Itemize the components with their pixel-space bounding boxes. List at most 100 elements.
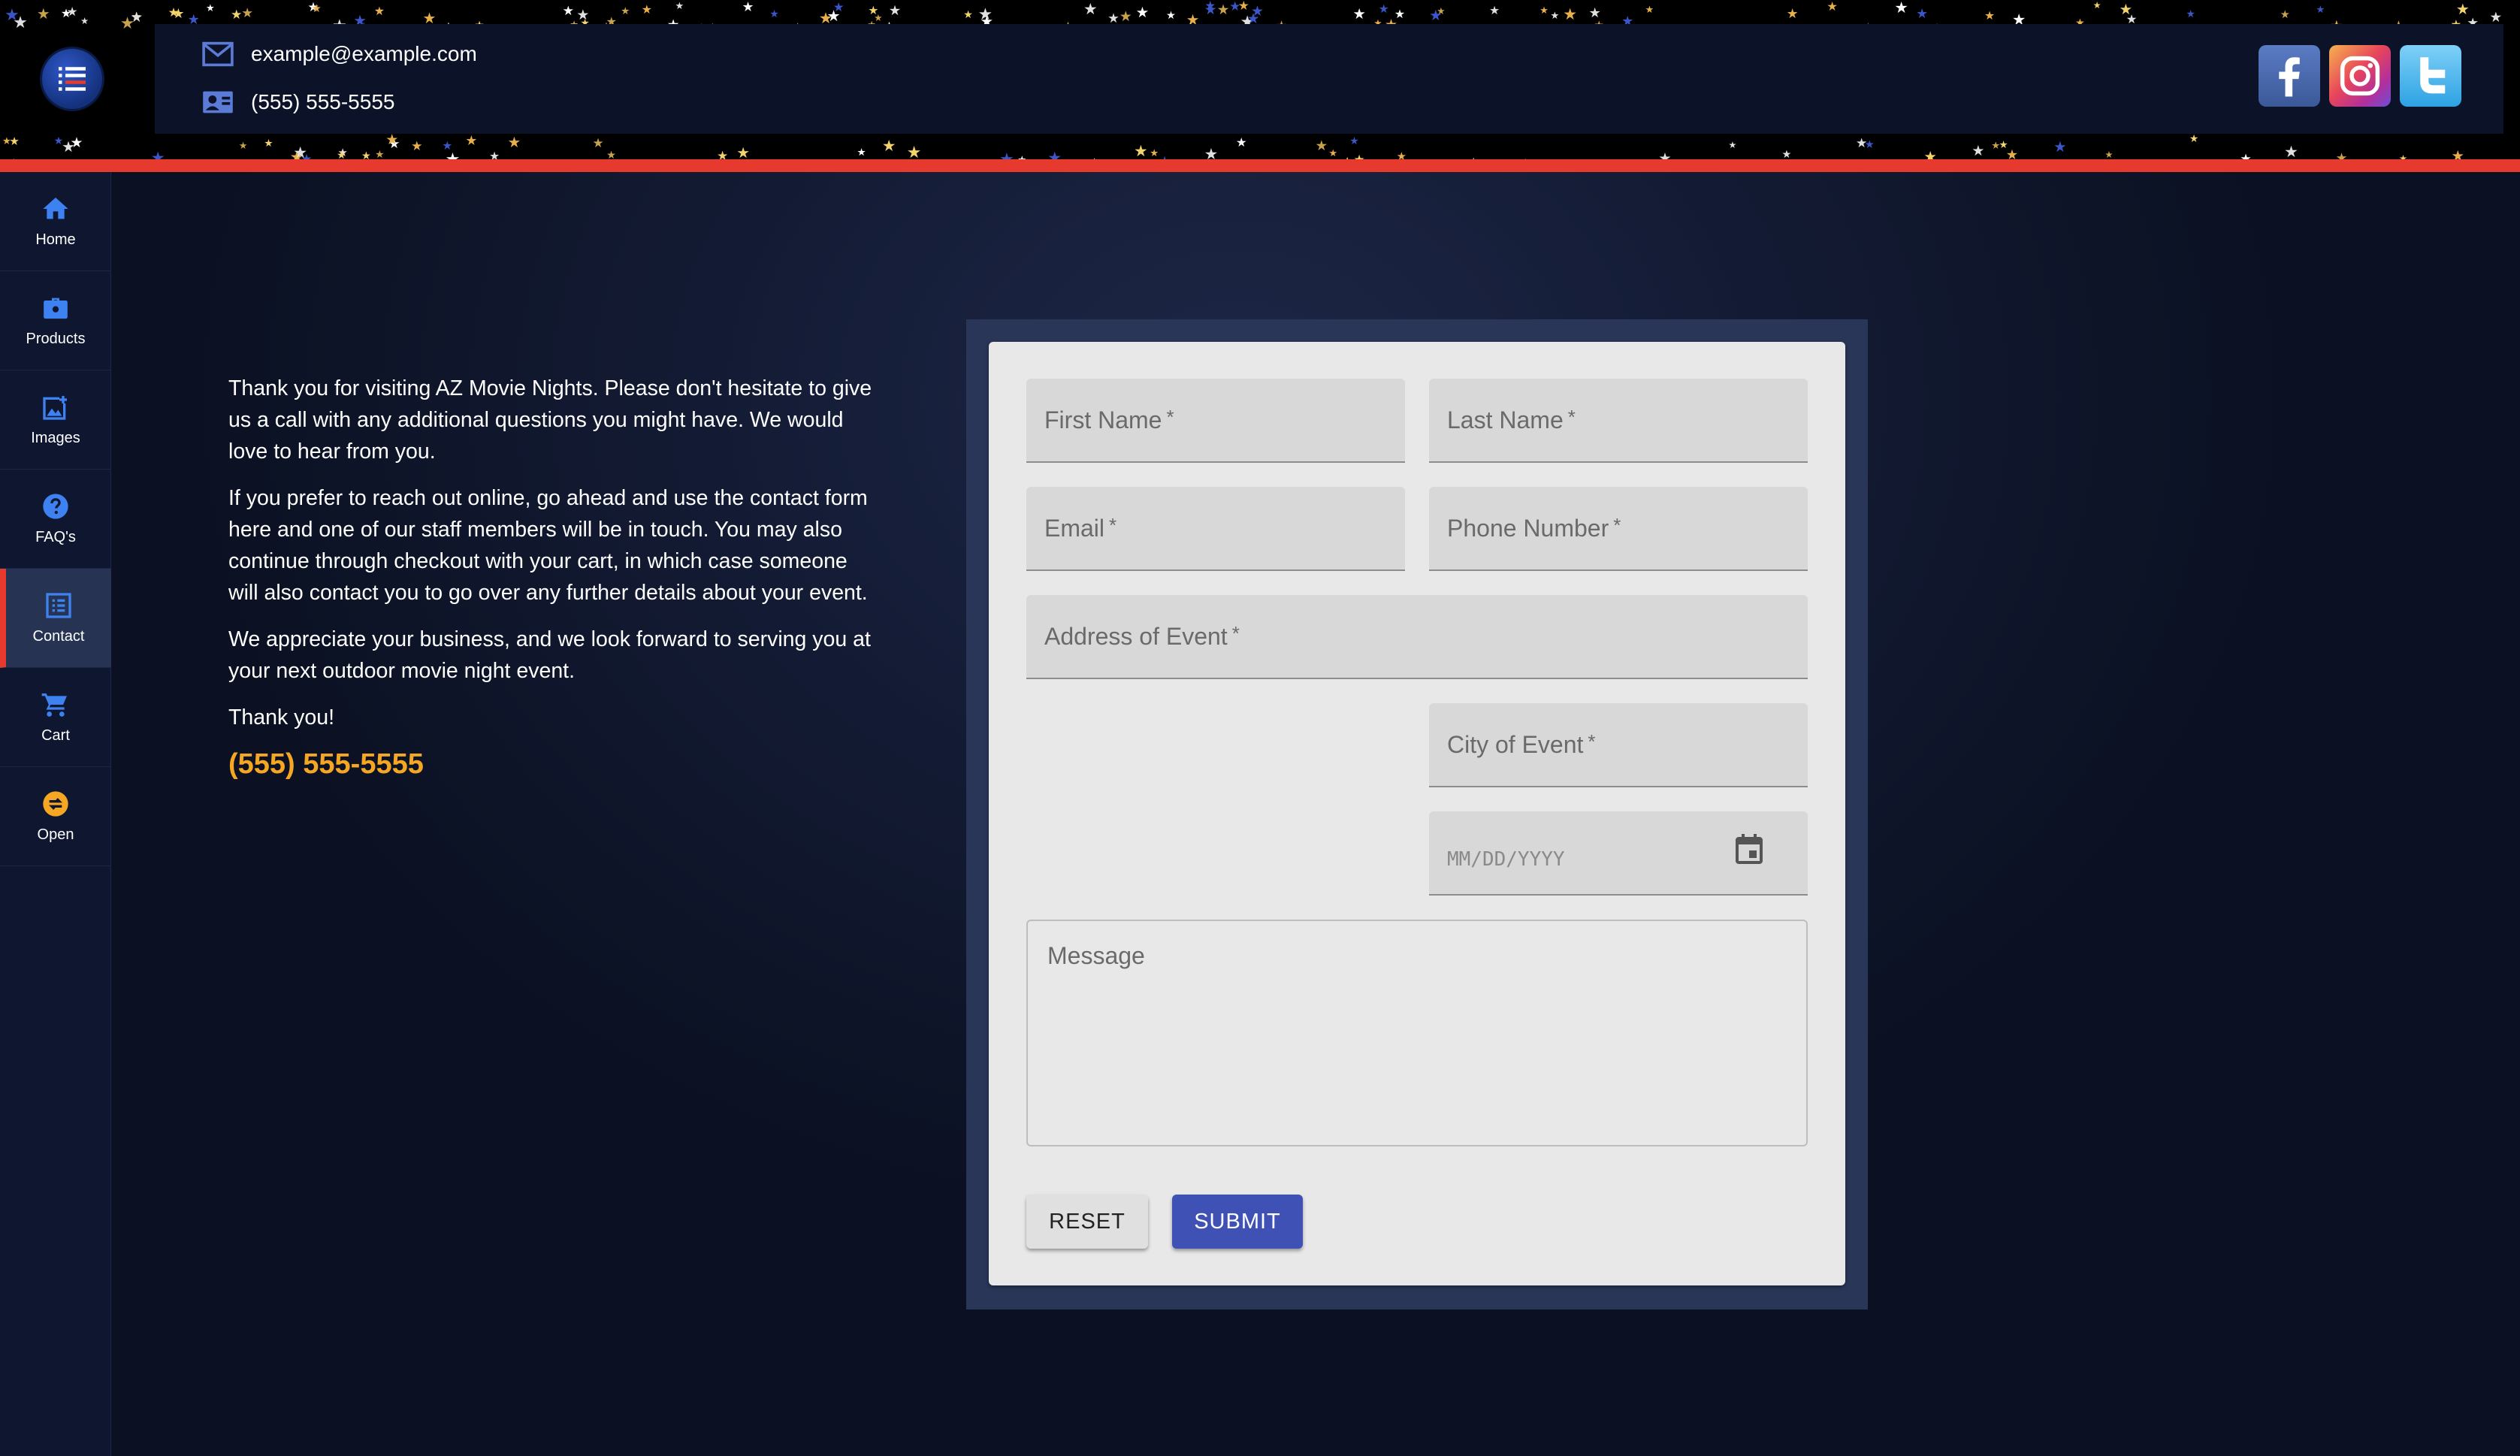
- phone-number-label: Phone Number: [1447, 514, 1609, 542]
- star-decoration: ★: [1489, 4, 1500, 17]
- star-decoration: ★: [1728, 139, 1737, 150]
- star-decoration: ★: [1378, 2, 1389, 16]
- star-decoration: ★: [1135, 4, 1150, 21]
- message-field[interactable]: Message: [1026, 920, 1808, 1146]
- star-decoration: ★: [375, 147, 385, 160]
- star-decoration: ★: [1229, 0, 1241, 14]
- star-decoration: ★: [1349, 135, 1359, 147]
- header-email[interactable]: example@example.com: [201, 41, 477, 68]
- header-email-text: example@example.com: [251, 42, 477, 65]
- star-decoration: ★: [1150, 147, 1159, 159]
- star-decoration: ★: [1827, 0, 1838, 14]
- sidebar-item-contact[interactable]: Contact: [0, 569, 111, 668]
- star-decoration: ★: [1984, 10, 1996, 23]
- submit-button[interactable]: SUBMIT: [1172, 1195, 1303, 1249]
- sidebar-item-label: Cart: [41, 727, 70, 744]
- required-mark: *: [1613, 513, 1621, 536]
- logo-glyph: [59, 67, 86, 91]
- star-decoration: ★: [857, 147, 866, 159]
- intro-paragraph: If you prefer to reach out online, go ah…: [228, 486, 868, 605]
- star-decoration: ★: [206, 2, 215, 14]
- header-phone-text: (555) 555-5555: [251, 90, 395, 113]
- star-decoration: ★: [888, 2, 902, 18]
- star-decoration: ★: [1437, 6, 1446, 17]
- star-decoration: ★: [13, 13, 28, 32]
- sidebar-item-open[interactable]: Open: [0, 767, 111, 866]
- message-placeholder: Message: [1047, 942, 1145, 969]
- sidebar-item-label: Open: [37, 826, 74, 843]
- twitter-icon[interactable]: [2400, 45, 2461, 107]
- city-field[interactable]: City of Event *: [1429, 703, 1808, 787]
- star-decoration: ★: [1916, 6, 1928, 22]
- star-decoration: ★: [70, 135, 83, 152]
- sidebar-item-images[interactable]: Images: [0, 370, 111, 470]
- star-decoration: ★: [1550, 9, 1560, 21]
- star-decoration: ★: [2284, 143, 2298, 161]
- city-label: City of Event: [1447, 730, 1584, 758]
- last-name-label: Last Name: [1447, 406, 1564, 433]
- star-decoration: ★: [621, 5, 630, 17]
- star-decoration: ★: [2489, 8, 2503, 25]
- star-decoration: ★: [80, 15, 89, 26]
- intro-paragraph: Thank you for visiting AZ Movie Nights. …: [228, 376, 872, 464]
- sidebar-item-label: Contact: [32, 628, 85, 645]
- star-decoration: ★: [241, 5, 253, 20]
- star-decoration: ★: [641, 3, 653, 17]
- star-decoration: ★: [769, 8, 779, 20]
- sidebar-item-cart[interactable]: Cart: [0, 668, 111, 767]
- sidebar-item-label: Home: [35, 231, 76, 248]
- star-decoration: ★: [238, 140, 248, 152]
- last-name-field[interactable]: Last Name *: [1429, 379, 1808, 463]
- star-decoration: ★: [977, 5, 993, 24]
- reset-button[interactable]: RESET: [1026, 1195, 1148, 1249]
- first-name-label: First Name: [1044, 406, 1162, 433]
- email-field[interactable]: Email *: [1026, 487, 1405, 571]
- star-decoration: ★: [1235, 135, 1247, 150]
- star-decoration: ★: [1315, 137, 1328, 153]
- star-decoration: ★: [1539, 4, 1549, 16]
- header-contact-bar: [155, 24, 2503, 134]
- star-decoration: ★: [130, 9, 144, 25]
- star-decoration: ★: [963, 8, 973, 21]
- facebook-icon[interactable]: [2259, 45, 2320, 107]
- home-icon: [41, 194, 71, 224]
- event-date-field[interactable]: MM/DD/YYYY: [1429, 811, 1808, 896]
- star-decoration: ★: [881, 137, 896, 156]
- star-decoration: ★: [507, 134, 521, 152]
- star-decoration: ★: [1855, 136, 1868, 151]
- phone-number-field[interactable]: Phone Number *: [1429, 487, 1808, 571]
- header-phone[interactable]: (555) 555-5555: [201, 89, 394, 116]
- sidebar-nav: Home Products Images FAQ's Contact Cart: [0, 172, 111, 1456]
- star-decoration: ★: [1563, 6, 1578, 24]
- star-decoration: ★: [2105, 149, 2114, 160]
- star-decoration: ★: [874, 13, 883, 24]
- intro-phone-link[interactable]: (555) 555-5555: [228, 748, 875, 780]
- sidebar-item-home[interactable]: Home: [0, 172, 111, 271]
- site-header: ★ ★ ★ ★ ★ ★ ★ ★ ★ ★ ★ ★ ★ ★ ★ ★ ★ ★ ★ ★ ★ ★ ★ ★ ★ ★ ★ ★ ★ ★ ★ ★ ★ ★ ★ ★ ★ ★ ★ ★…: [0, 0, 2520, 161]
- intro-thanks: Thank you!: [228, 705, 334, 730]
- address-field[interactable]: Address of Event *: [1026, 595, 1808, 679]
- list-logo-icon[interactable]: [40, 47, 104, 111]
- sidebar-item-products[interactable]: Products: [0, 271, 111, 370]
- star-decoration: ★: [1991, 139, 2001, 151]
- envelope-icon: [201, 41, 234, 68]
- intro-paragraph: We appreciate your business, and we look…: [228, 627, 871, 683]
- required-mark: *: [1109, 513, 1117, 536]
- first-name-field[interactable]: First Name *: [1026, 379, 1405, 463]
- sidebar-item-faqs[interactable]: FAQ's: [0, 470, 111, 569]
- star-decoration: ★: [1352, 7, 1366, 23]
- star-decoration: ★: [168, 5, 180, 20]
- star-decoration: ★: [1645, 3, 1654, 15]
- star-decoration: ★: [293, 143, 307, 161]
- star-decoration: ★: [311, 3, 322, 16]
- star-decoration: ★: [465, 132, 478, 148]
- star-decoration: ★: [1134, 143, 1148, 161]
- open-icon: [41, 789, 71, 819]
- header-accent-stripe: [0, 159, 2520, 172]
- star-decoration: ★: [675, 0, 684, 12]
- calendar-icon[interactable]: [1731, 831, 1767, 867]
- star-decoration: ★: [264, 137, 273, 149]
- star-decoration: ★: [2092, 0, 2102, 11]
- instagram-icon[interactable]: [2329, 45, 2391, 107]
- sidebar-item-label: Products: [26, 331, 86, 347]
